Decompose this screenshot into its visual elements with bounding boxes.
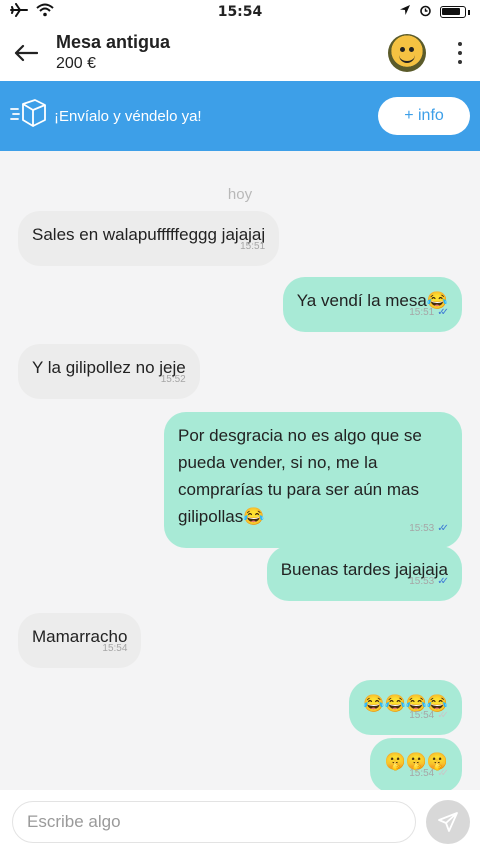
double-check-icon: ✓✓ [437,710,449,721]
message-incoming[interactable]: Mamarracho 15:54 [18,613,142,668]
arrow-left-icon [14,44,38,61]
message-time: 15:51 [240,241,266,252]
message-outgoing[interactable]: Buenas tardes jajajaja 15:53 ✓✓ [266,546,462,601]
double-check-icon: ✓✓ [437,523,449,534]
box-icon [8,96,48,136]
more-options-button[interactable] [440,24,480,81]
message-incoming[interactable]: Y la gilipollez no jeje 15:52 [18,344,200,399]
double-check-icon: ✓✓ [437,307,449,318]
message-outgoing[interactable]: 🤫🤫🤫 15:54 ✓✓ [370,738,462,793]
wifi-icon [36,3,54,21]
item-title: Mesa antigua [56,32,171,52]
message-time: 15:54 ✓✓ [409,702,449,729]
avatar[interactable] [388,33,426,72]
chat-header: Mesa antigua 200 € [0,24,480,81]
send-icon [438,811,458,832]
composer-bar [0,790,480,853]
alarm-icon [419,4,432,21]
message-input[interactable] [12,800,416,843]
message-time: 15:51 ✓✓ [409,299,449,326]
item-info[interactable]: Mesa antigua 200 € [52,32,388,73]
message-time: 15:53 ✓✓ [409,515,449,542]
message-outgoing[interactable]: 😂😂😂😂 15:54 ✓✓ [349,680,462,735]
status-bar: 15:54 [0,0,480,24]
message-outgoing[interactable]: Por desgracia no es algo que se pueda ve… [164,412,462,548]
more-info-button[interactable]: + info [378,97,470,135]
airplane-icon [10,3,28,21]
shipping-banner[interactable]: ¡Envíalo y véndelo ya! + info [0,81,480,151]
double-check-icon: ✓✓ [437,576,449,587]
day-separator: hoy [227,186,253,203]
message-outgoing[interactable]: Ya vendí la mesa😂 15:51 ✓✓ [282,277,462,332]
item-price: 200 € [56,55,97,72]
double-check-icon: ✓✓ [437,768,449,779]
message-time: 15:53 ✓✓ [409,568,449,595]
battery-icon [440,6,466,18]
shipping-banner-text: ¡Envíalo y véndelo ya! [54,107,202,125]
message-text: Por desgracia no es algo que se pueda ve… [178,426,422,526]
message-time: 15:52 [160,374,186,385]
location-arrow-icon [399,4,411,20]
message-text: Sales en walapufffffeggg jajajaj [32,225,266,244]
message-incoming[interactable]: Sales en walapufffffeggg jajajaj 15:51 [18,211,280,266]
message-time: 15:54 [102,643,128,654]
message-time: 15:54 ✓✓ [409,760,449,787]
send-button[interactable] [426,799,470,844]
back-button[interactable] [0,24,52,81]
